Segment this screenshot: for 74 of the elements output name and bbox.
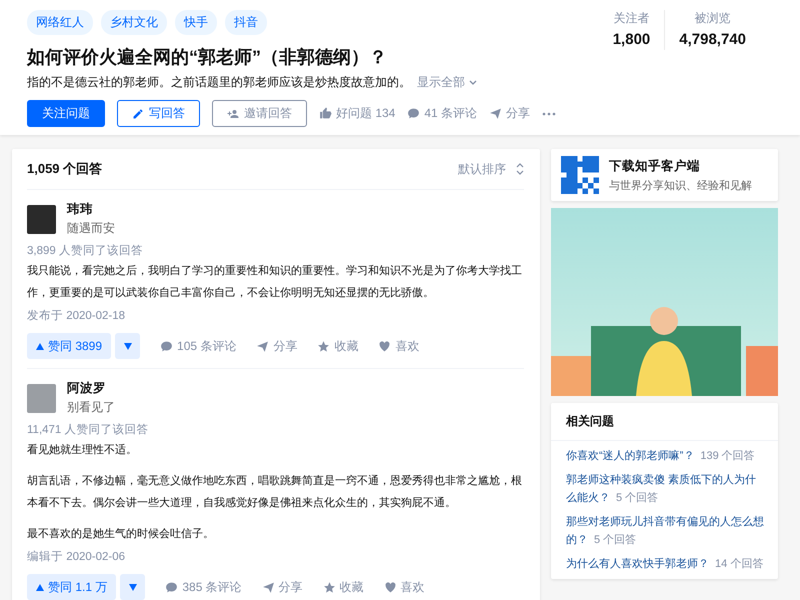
banner-illustration[interactable]: [551, 208, 778, 396]
speech-bubble-icon: [407, 107, 420, 120]
comments-button[interactable]: 105 条评论: [160, 338, 236, 354]
heart-icon: [384, 580, 397, 594]
related-question-link[interactable]: 你喜欢“迷人的郭老师嘛”？ 139 个回答: [566, 447, 766, 465]
answer-paragraph: 看见她就生理性不适。: [27, 443, 138, 458]
download-subtitle: 与世界分享知识、经验和见解: [609, 178, 752, 192]
vote-summary: 11,471 人赞同了该回答: [27, 422, 150, 437]
vote-summary: 3,899 人赞同了该回答: [27, 243, 144, 258]
related-title: 相关问题: [551, 403, 778, 441]
answer-date: 发布于 2020-02-18: [27, 308, 126, 323]
author-bio: 别看见了: [67, 399, 115, 416]
related-question-link[interactable]: 为什么有人喜欢快手郭老师？ 14 个回答: [566, 555, 766, 573]
topic-tag[interactable]: 快手: [175, 10, 217, 35]
share-button[interactable]: 分享: [489, 105, 530, 122]
follow-button[interactable]: 关注问题: [27, 100, 105, 127]
stat-label: 关注者: [613, 10, 650, 27]
more-icon[interactable]: [542, 112, 556, 116]
comments-button[interactable]: 385 条评论: [165, 578, 242, 596]
related-question-link[interactable]: 那些对老师玩儿抖音带有偏见的人怎么想的？ 5 个回答: [566, 513, 766, 549]
related-question-link[interactable]: 郭老师这种装疯卖傻 素质低下的人为什么能火？ 5 个回答: [566, 471, 766, 507]
add-person-icon: [227, 108, 239, 120]
star-icon: [322, 580, 336, 594]
like-button[interactable]: 喜欢: [384, 578, 425, 596]
download-title: 下载知乎客户端: [609, 158, 701, 174]
author-name[interactable]: 玮玮: [67, 201, 115, 218]
answer-date: 编辑于 2020-02-06: [27, 550, 126, 564]
topic-tag[interactable]: 抖音: [225, 10, 267, 35]
question-title: 如何评价火遍全网的“郭老师”（非郭德纲）？: [27, 46, 388, 69]
answer-paragraph: 我只能说，看完她之后，我明白了学习的重要性和知识的重要性。学习和知识不光是为了你考大学找工作，更重要的是可以武装你自己丰富你自己，不会让你明明无知还显摆的无比骄傲。: [27, 264, 523, 301]
upvote-button[interactable]: 赞同 3899: [27, 333, 112, 359]
send-icon: [256, 340, 270, 352]
sort-button[interactable]: 默认排序: [458, 160, 524, 178]
upvote-button[interactable]: 赞同 1.1 万: [27, 574, 116, 600]
collect-button[interactable]: 收藏: [322, 578, 364, 596]
invite-button[interactable]: 邀请回答: [212, 100, 307, 127]
answer-count: 1,059 个回答: [27, 160, 102, 178]
send-icon: [489, 107, 502, 120]
sort-icon: [516, 163, 524, 175]
question-excerpt: 指的不是德云社的郭老师。之前话题里的郭老师应该是炒热度故意加的。: [27, 74, 411, 91]
answer-paragraph: 胡言乱语，不修边幅，毫无意义做作地吃东西，唱歌跳舞简直是一窍不通，恩爱秀得也非常之尴尬，根本看不下去。偶尔会讲一些大道理，自我感觉好像是佛祖来点化众生的，其实狗屁不通。: [27, 474, 523, 511]
author-name[interactable]: 阿波罗: [67, 380, 115, 397]
share-button[interactable]: 分享: [262, 578, 303, 596]
thumbs-up-icon: [319, 107, 332, 120]
topic-tag[interactable]: 网络红人: [27, 10, 93, 35]
triangle-up-icon: [36, 342, 44, 350]
download-card[interactable]: 下载知乎客户端 与世界分享知识、经验和见解: [551, 149, 778, 201]
triangle-down-icon: [128, 584, 137, 590]
pencil-icon: [132, 108, 144, 120]
answer-paragraph: 最不喜欢的是她生气的时候会吐信子。: [27, 527, 215, 542]
downvote-button[interactable]: [120, 574, 146, 600]
star-icon: [317, 340, 330, 352]
send-icon: [262, 580, 275, 594]
share-button[interactable]: 分享: [256, 338, 298, 354]
triangle-down-icon: [124, 342, 132, 350]
topic-tag[interactable]: 乡村文化: [101, 10, 167, 35]
author-bio: 随遇而安: [67, 220, 115, 237]
triangle-up-icon: [36, 584, 44, 590]
good-question-button[interactable]: 好问题 134: [319, 105, 396, 122]
stat-value: 1,800: [612, 31, 650, 48]
heart-icon: [378, 340, 392, 352]
speech-bubble-icon: [160, 340, 174, 352]
stat-label: 被浏览: [694, 10, 731, 27]
downvote-button[interactable]: [115, 333, 140, 359]
chevron-down-icon: [468, 78, 478, 88]
show-all-link[interactable]: 显示全部: [417, 74, 478, 91]
stat-value: 4,798,740: [679, 31, 746, 48]
collect-button[interactable]: 收藏: [317, 338, 358, 354]
write-button[interactable]: 写回答: [117, 100, 200, 127]
speech-bubble-icon: [165, 580, 178, 594]
like-button[interactable]: 喜欢: [378, 338, 420, 354]
avatar-placeholder[interactable]: [27, 204, 56, 234]
comments-button[interactable]: 41 条评论: [407, 105, 478, 122]
qr-code-icon: [561, 156, 599, 194]
